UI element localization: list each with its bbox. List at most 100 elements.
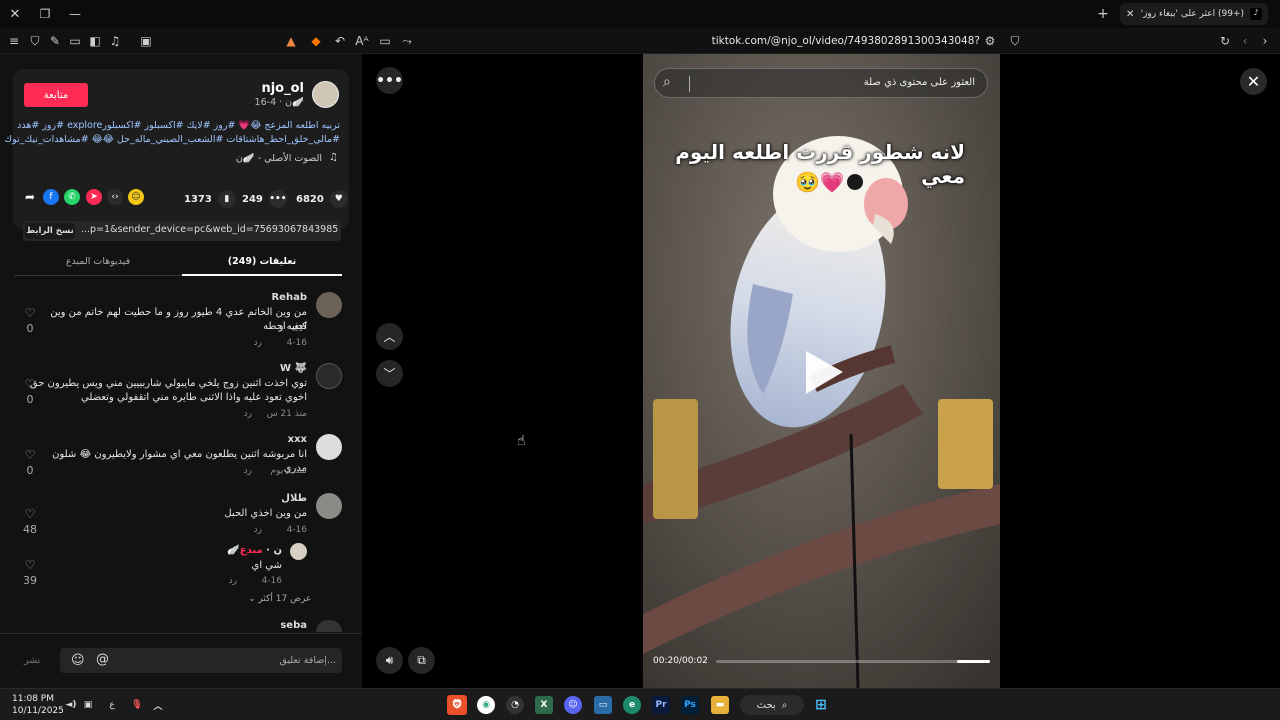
- clock-time[interactable]: 11:08 PM: [12, 694, 54, 704]
- reply-link[interactable]: رد: [254, 338, 262, 348]
- address-bar[interactable]: tiktok.com/@njo_ol/video/749380289130034…: [560, 32, 980, 65]
- edge-icon[interactable]: e: [623, 696, 641, 714]
- windows-start-icon[interactable]: ⊞: [812, 696, 830, 714]
- wallet-icon[interactable]: ▭: [66, 32, 84, 50]
- related-search[interactable]: ⌕ العثور على محتوى ذي صلة: [654, 68, 988, 98]
- avatar[interactable]: [290, 543, 307, 560]
- heart-icon[interactable]: ♡: [20, 558, 40, 572]
- close-video-button[interactable]: ✕: [1240, 68, 1267, 95]
- send-icon[interactable]: ➤: [86, 189, 102, 205]
- folder-icon[interactable]: ▬: [711, 696, 729, 714]
- new-tab-icon[interactable]: +: [1094, 5, 1112, 23]
- comment-author[interactable]: طلال: [281, 493, 307, 504]
- taskbar-search[interactable]: بحث ⌕: [740, 695, 804, 715]
- media-icon[interactable]: ▣: [137, 32, 155, 50]
- emoji-icon[interactable]: ☺: [128, 189, 144, 205]
- back-arrow-icon[interactable]: ↶: [331, 32, 349, 50]
- avatar[interactable]: [316, 434, 342, 460]
- next-video-button[interactable]: ﹀: [376, 360, 403, 387]
- chevron-up-icon[interactable]: ︿: [149, 696, 167, 714]
- search-icon[interactable]: ⌕: [663, 74, 671, 90]
- avatar[interactable]: [316, 493, 342, 519]
- minimize-icon[interactable]: —: [66, 5, 84, 23]
- desktop-icon[interactable]: ▭: [376, 32, 394, 50]
- heart-icon[interactable]: ♥: [329, 190, 348, 208]
- avatar[interactable]: [316, 363, 342, 389]
- post-comment-button[interactable]: نشر: [24, 655, 40, 666]
- previous-video-button[interactable]: ︿: [376, 323, 403, 350]
- heart-icon[interactable]: ♡: [20, 377, 40, 391]
- bookmark-icon[interactable]: ⛉: [1006, 32, 1024, 50]
- reply-link[interactable]: رد: [229, 576, 237, 586]
- discord-icon[interactable]: ☺: [564, 696, 582, 714]
- more-options-button[interactable]: •••: [376, 67, 403, 94]
- chrome-icon[interactable]: ◉: [477, 696, 495, 714]
- likes-stat[interactable]: 6820 ♥: [296, 190, 348, 208]
- brush-icon[interactable]: ✎: [46, 32, 64, 50]
- reply-link[interactable]: رد: [244, 409, 252, 419]
- forward-icon[interactable]: ›: [1256, 32, 1274, 50]
- back-icon[interactable]: ‹: [1236, 32, 1254, 50]
- mention-icon[interactable]: @: [96, 652, 109, 667]
- picture-in-picture-icon[interactable]: ⧉: [408, 647, 435, 674]
- comment-text: شي اي: [251, 560, 283, 571]
- premiere-icon[interactable]: Pr: [652, 696, 670, 714]
- heart-icon[interactable]: ♡: [20, 306, 40, 320]
- author-avatar[interactable]: [312, 81, 339, 108]
- follow-button[interactable]: متابعة: [24, 83, 88, 107]
- saves-stat[interactable]: 1373 ▮: [184, 190, 236, 208]
- monitor-icon[interactable]: ▭: [594, 696, 612, 714]
- brave-icon[interactable]: 🦁︎: [447, 695, 467, 715]
- share-link[interactable]: ...p=1&sender_device=pc&web_id=756930678…: [81, 224, 339, 235]
- comments-stat[interactable]: 249 •••: [242, 190, 287, 208]
- photoshop-icon[interactable]: Ps: [681, 696, 699, 714]
- close-window-icon[interactable]: ✕: [6, 5, 24, 23]
- reply-link[interactable]: رد: [244, 466, 252, 476]
- view-more-replies[interactable]: ⌄ عرض 17 أكثر: [248, 594, 311, 604]
- excel-icon[interactable]: X: [535, 696, 553, 714]
- menu-icon[interactable]: ≡: [5, 32, 23, 50]
- tab-creator-videos[interactable]: فيديوهات المبدع: [14, 252, 182, 276]
- tab-close-icon[interactable]: ✕: [1126, 9, 1134, 20]
- app-icon[interactable]: ◔: [506, 696, 524, 714]
- network-icon[interactable]: ▣: [79, 696, 97, 714]
- author-username[interactable]: njo_ol: [261, 81, 304, 96]
- emoji-icon[interactable]: ☺: [71, 653, 85, 668]
- avatar[interactable]: [316, 292, 342, 318]
- reload-icon[interactable]: ↻: [1216, 32, 1234, 50]
- comment-author[interactable]: Rehab: [271, 292, 307, 303]
- bookmark-icon[interactable]: ▮: [217, 190, 236, 208]
- share-icon[interactable]: ➦: [22, 189, 38, 205]
- comment-author[interactable]: W 🐺: [280, 363, 307, 374]
- extension-icon[interactable]: ⤳: [398, 32, 416, 50]
- comment-input[interactable]: ☺ @ إضافة تعليق...: [60, 648, 342, 673]
- shield-icon[interactable]: ⛉: [26, 32, 44, 50]
- copy-link-button[interactable]: نسخ الرابط: [25, 223, 75, 239]
- embed-icon[interactable]: ‹›: [107, 189, 123, 205]
- music-icon[interactable]: ♫: [106, 32, 124, 50]
- facebook-icon[interactable]: f: [43, 189, 59, 205]
- brave-shield-icon[interactable]: ▲: [282, 32, 300, 50]
- active-tab[interactable]: ✕ (+99) اعثر على 'ببغاء روز' على TikTok …: [1120, 3, 1268, 25]
- restore-icon[interactable]: ❐: [36, 5, 54, 23]
- tab-comments[interactable]: (249) تعليقات: [182, 252, 342, 276]
- volume-icon[interactable]: 🔊︎: [376, 647, 403, 674]
- heart-icon[interactable]: ♡: [20, 507, 40, 521]
- comment-icon[interactable]: •••: [268, 190, 287, 208]
- comment-author[interactable]: xxx: [288, 434, 307, 445]
- language-indicator[interactable]: ع: [103, 696, 121, 714]
- translate-icon[interactable]: Aᴬ: [353, 32, 371, 50]
- heart-icon[interactable]: ♡: [20, 448, 40, 462]
- whatsapp-icon[interactable]: ✆: [64, 189, 80, 205]
- clock-date[interactable]: 10/11/2025: [12, 706, 64, 716]
- progress-track[interactable]: [716, 660, 990, 663]
- microphone-icon[interactable]: 🎙︎: [128, 696, 146, 714]
- sidebar-icon[interactable]: ◧: [86, 32, 104, 50]
- comment-author[interactable]: seba: [280, 620, 307, 631]
- comment-author[interactable]: 🪽ن · مبدع: [227, 545, 282, 556]
- site-settings-icon[interactable]: ⚙: [981, 32, 999, 50]
- sound-name[interactable]: الصوت الأصلي - 🪽ن: [236, 153, 322, 164]
- reply-link[interactable]: رد: [254, 525, 262, 535]
- rewards-icon[interactable]: ◆: [307, 32, 325, 50]
- speaker-icon[interactable]: ◄): [62, 696, 80, 714]
